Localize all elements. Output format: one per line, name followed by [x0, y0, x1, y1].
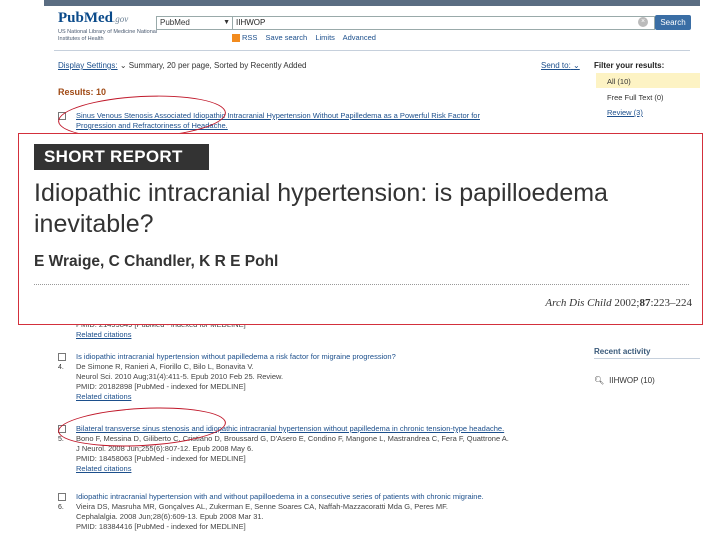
- result-number: 6.: [58, 504, 64, 511]
- display-settings-link[interactable]: Display Settings:: [58, 61, 118, 70]
- article-citation: Arch Dis Child 2002;87:223–224: [545, 297, 692, 309]
- save-search-link[interactable]: Save search: [266, 33, 308, 42]
- result-authors: Vieira DS, Masruha MR, Gonçalves AL, Zuk…: [76, 502, 448, 511]
- header-divider: [54, 50, 690, 51]
- chevron-down-icon: ▼: [223, 19, 230, 26]
- clear-search-icon[interactable]: ×: [638, 17, 648, 27]
- article-snippet-overlay: SHORT REPORT Idiopathic intracranial hyp…: [18, 133, 703, 325]
- dotted-divider: [34, 284, 689, 285]
- logo-subtitle: US National Library of Medicine National…: [58, 29, 158, 42]
- result-item: 6. Idiopathic intracranial hypertension …: [58, 492, 578, 538]
- top-bar: [44, 0, 700, 6]
- advanced-link[interactable]: Advanced: [343, 33, 376, 42]
- display-settings: Display Settings: ⌄ Summary, 20 per page…: [58, 61, 307, 70]
- display-settings-value: Summary, 20 per page, Sorted by Recently…: [128, 61, 307, 70]
- filter-title: Filter your results:: [594, 61, 665, 70]
- limits-link[interactable]: Limits: [315, 33, 335, 42]
- result-title[interactable]: Idiopathic intracranial hypertension wit…: [76, 492, 576, 502]
- result-citation: Neurol Sci. 2010 Aug;31(4):411-5. Epub 2…: [76, 372, 284, 381]
- search-button[interactable]: Search: [655, 15, 691, 30]
- recent-query-link[interactable]: 🔍︎ IIHWOP (10): [594, 376, 655, 385]
- result-authors: De Simone R, Ranieri A, Fiorillo C, Bilo…: [76, 362, 254, 371]
- result-checkbox[interactable]: [58, 353, 66, 361]
- article-title: Idiopathic intracranial hypertension: is…: [34, 179, 608, 238]
- chevron-down-icon: ⌄: [573, 61, 580, 70]
- search-icon: 🔍︎: [594, 376, 605, 385]
- related-citations-link[interactable]: Related citations: [76, 392, 576, 402]
- result-checkbox[interactable]: [58, 493, 66, 501]
- send-to-link[interactable]: Send to: ⌄: [541, 61, 580, 70]
- recent-activity-heading: Recent activity: [594, 347, 651, 356]
- short-report-label: SHORT REPORT: [34, 144, 209, 170]
- rss-link[interactable]: RSS: [232, 33, 257, 43]
- result-citation: J Neurol. 2008 Jun;255(6):807-12. Epub 2…: [76, 444, 254, 453]
- article-authors: E Wraige, C Chandler, K R E Pohl: [34, 253, 279, 270]
- filter-free-full-text[interactable]: Free Full Text (0): [607, 93, 664, 102]
- rss-icon: [232, 34, 240, 43]
- related-citations-link[interactable]: Related citations: [76, 464, 576, 474]
- filter-all[interactable]: All (10): [607, 77, 631, 86]
- result-body: Idiopathic intracranial hypertension wit…: [76, 492, 576, 532]
- result-citation: Cephalalgia. 2008 Jun;28(6):609-13. Epub…: [76, 512, 264, 521]
- result-pmid: PMID: 20182898 [PubMed - indexed for MED…: [76, 382, 246, 391]
- chevron-down-icon[interactable]: ⌄: [120, 61, 127, 70]
- search-subnav: RSS Save search Limits Advanced: [232, 33, 382, 43]
- pubmed-logo[interactable]: PubMed.gov: [58, 10, 128, 27]
- recent-activity-divider: [594, 358, 700, 359]
- filter-review[interactable]: Review (3): [607, 108, 643, 117]
- result-body: Is idiopathic intracranial hypertension …: [76, 352, 576, 402]
- result-pmid: PMID: 18384416 [PubMed - indexed for MED…: [76, 522, 246, 531]
- result-item: 4. Is idiopathic intracranial hypertensi…: [58, 352, 578, 408]
- related-citations-link[interactable]: Related citations: [76, 330, 576, 340]
- result-pmid: PMID: 18458063 [PubMed - indexed for MED…: [76, 454, 246, 463]
- search-input[interactable]: IIHWOP: [232, 16, 655, 30]
- result-number: 4.: [58, 364, 64, 371]
- result-title[interactable]: Is idiopathic intracranial hypertension …: [76, 352, 576, 362]
- database-select[interactable]: PubMed ▼: [156, 16, 233, 30]
- results-count: Results: 10: [58, 87, 107, 97]
